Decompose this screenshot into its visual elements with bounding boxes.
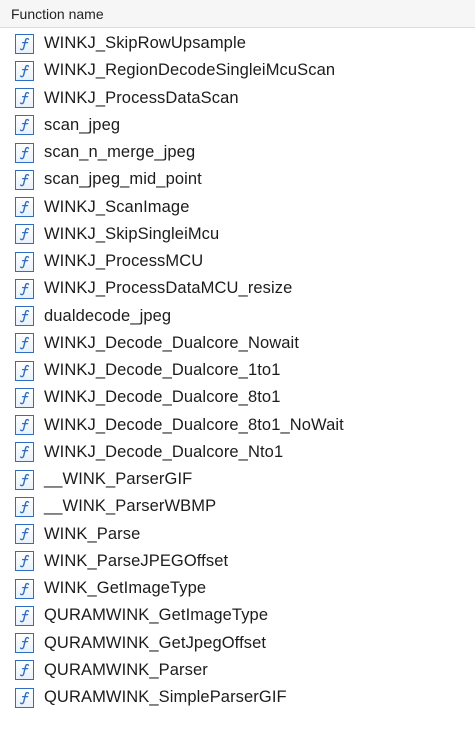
function-name: WINK_GetImageType [44, 579, 207, 598]
function-row[interactable]: __WINK_ParserWBMP [0, 493, 475, 520]
function-name: WINKJ_ProcessDataMCU_resize [44, 279, 293, 298]
column-header-function-name[interactable]: Function name [0, 0, 475, 28]
function-icon [15, 169, 34, 190]
function-name: WINKJ_Decode_Dualcore_8to1_NoWait [44, 415, 344, 434]
function-name: WINKJ_RegionDecodeSingleiMcuScan [44, 61, 336, 80]
function-name: scan_jpeg_mid_point [44, 170, 202, 189]
function-icon [15, 224, 34, 245]
function-icon [15, 633, 34, 654]
function-name: WINKJ_SkipRowUpsample [44, 34, 246, 53]
function-icon [15, 278, 34, 299]
function-name: WINKJ_ProcessMCU [44, 252, 204, 271]
function-list-panel: Function name WINKJ_SkipRowUpsample WINKJ… [0, 0, 475, 742]
function-row[interactable]: scan_jpeg [0, 112, 475, 139]
function-row[interactable]: __WINK_ParserGIF [0, 466, 475, 493]
function-name: WINKJ_ProcessDataScan [44, 88, 239, 107]
function-row[interactable]: WINKJ_Decode_Dualcore_Nto1 [0, 439, 475, 466]
function-row[interactable]: WINKJ_ProcessDataMCU_resize [0, 275, 475, 302]
function-icon [15, 387, 34, 408]
function-icon [15, 551, 34, 572]
function-row[interactable]: WINK_ParseJPEGOffset [0, 548, 475, 575]
function-icon [15, 142, 34, 163]
function-icon [15, 33, 34, 54]
function-icon [15, 333, 34, 354]
function-name: __WINK_ParserGIF [44, 470, 193, 489]
function-icon [15, 605, 34, 626]
function-row[interactable]: WINKJ_Decode_Dualcore_Nowait [0, 330, 475, 357]
function-name: WINKJ_Decode_Dualcore_Nto1 [44, 442, 284, 461]
function-name: QURAMWINK_GetJpegOffset [44, 633, 267, 652]
function-name: QURAMWINK_GetImageType [44, 606, 269, 625]
function-name: scan_jpeg [44, 115, 121, 134]
function-name: WINKJ_Decode_Dualcore_Nowait [44, 333, 299, 352]
function-name: WINKJ_ScanImage [44, 197, 190, 216]
function-name: __WINK_ParserWBMP [44, 497, 217, 516]
function-icon [15, 660, 34, 681]
function-row[interactable]: WINKJ_ScanImage [0, 194, 475, 221]
function-row[interactable]: QURAMWINK_SimpleParserGIF [0, 684, 475, 711]
function-icon [15, 578, 34, 599]
function-name: WINK_Parse [44, 524, 141, 543]
function-row[interactable]: scan_n_merge_jpeg [0, 139, 475, 166]
function-row[interactable]: scan_jpeg_mid_point [0, 166, 475, 193]
function-row[interactable]: WINKJ_Decode_Dualcore_8to1 [0, 384, 475, 411]
function-name: QURAMWINK_Parser [44, 660, 208, 679]
function-row[interactable]: dualdecode_jpeg [0, 303, 475, 330]
function-list: WINKJ_SkipRowUpsample WINKJ_RegionDecodeS… [0, 30, 475, 711]
function-row[interactable]: QURAMWINK_GetImageType [0, 602, 475, 629]
function-row[interactable]: QURAMWINK_GetJpegOffset [0, 630, 475, 657]
function-icon [15, 442, 34, 463]
function-icon [15, 687, 34, 708]
column-header-label: Function name [11, 5, 104, 22]
function-row[interactable]: WINKJ_ProcessDataScan [0, 85, 475, 112]
function-name: WINKJ_SkipSingleiMcu [44, 224, 220, 243]
function-name: WINKJ_Decode_Dualcore_8to1 [44, 388, 281, 407]
function-icon [15, 469, 34, 490]
function-icon [15, 524, 34, 545]
function-row[interactable]: WINKJ_RegionDecodeSingleiMcuScan [0, 57, 475, 84]
function-row[interactable]: WINKJ_Decode_Dualcore_1to1 [0, 357, 475, 384]
function-row[interactable]: WINK_Parse [0, 521, 475, 548]
function-icon [15, 88, 34, 109]
function-name: WINKJ_Decode_Dualcore_1to1 [44, 361, 281, 380]
function-icon [15, 60, 34, 81]
function-icon [15, 306, 34, 327]
function-name: WINK_ParseJPEGOffset [44, 551, 229, 570]
function-icon [15, 115, 34, 136]
function-row[interactable]: WINKJ_ProcessMCU [0, 248, 475, 275]
function-icon [15, 496, 34, 517]
function-icon [15, 251, 34, 272]
function-row[interactable]: WINK_GetImageType [0, 575, 475, 602]
function-name: scan_n_merge_jpeg [44, 143, 196, 162]
function-name: QURAMWINK_SimpleParserGIF [44, 688, 287, 707]
function-name: dualdecode_jpeg [44, 306, 172, 325]
function-icon [15, 360, 34, 381]
function-icon [15, 197, 34, 218]
function-row[interactable]: WINKJ_SkipSingleiMcu [0, 221, 475, 248]
function-row[interactable]: WINKJ_SkipRowUpsample [0, 30, 475, 57]
function-icon [15, 415, 34, 436]
function-row[interactable]: WINKJ_Decode_Dualcore_8to1_NoWait [0, 412, 475, 439]
function-row[interactable]: QURAMWINK_Parser [0, 657, 475, 684]
